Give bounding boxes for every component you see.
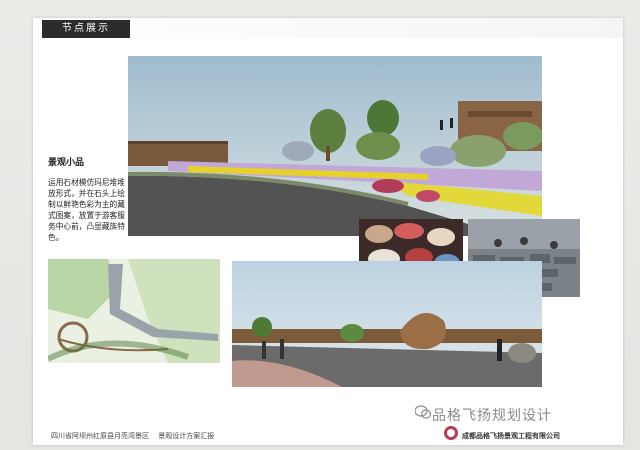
footer-company-name: 成都品格飞扬景观工程有限公司 [462,432,560,440]
wechat-icon [415,405,431,419]
footer-project-title: 四川省阿坝州红原县月亮湾景区 景观设计方案汇报 [51,432,215,440]
page: 节点展示 景观小品 运用石材模仿玛尼堆堆放形式，并在石头上绘制以鲜艳色彩为主的藏… [0,0,640,450]
main-rendering [128,56,542,236]
feature-description: 运用石材模仿玛尼堆堆放形式，并在石头上绘制以鲜艳色彩为主的藏式图案，放置于游客服… [48,178,125,242]
watermark-text: 品格飞扬规划设计 [432,408,552,424]
feature-title: 景观小品 [48,158,85,168]
company-logo-icon [444,426,458,440]
site-plan-map [48,259,220,363]
bottom-rendering [232,261,542,387]
section-tag: 节点展示 [42,20,130,38]
